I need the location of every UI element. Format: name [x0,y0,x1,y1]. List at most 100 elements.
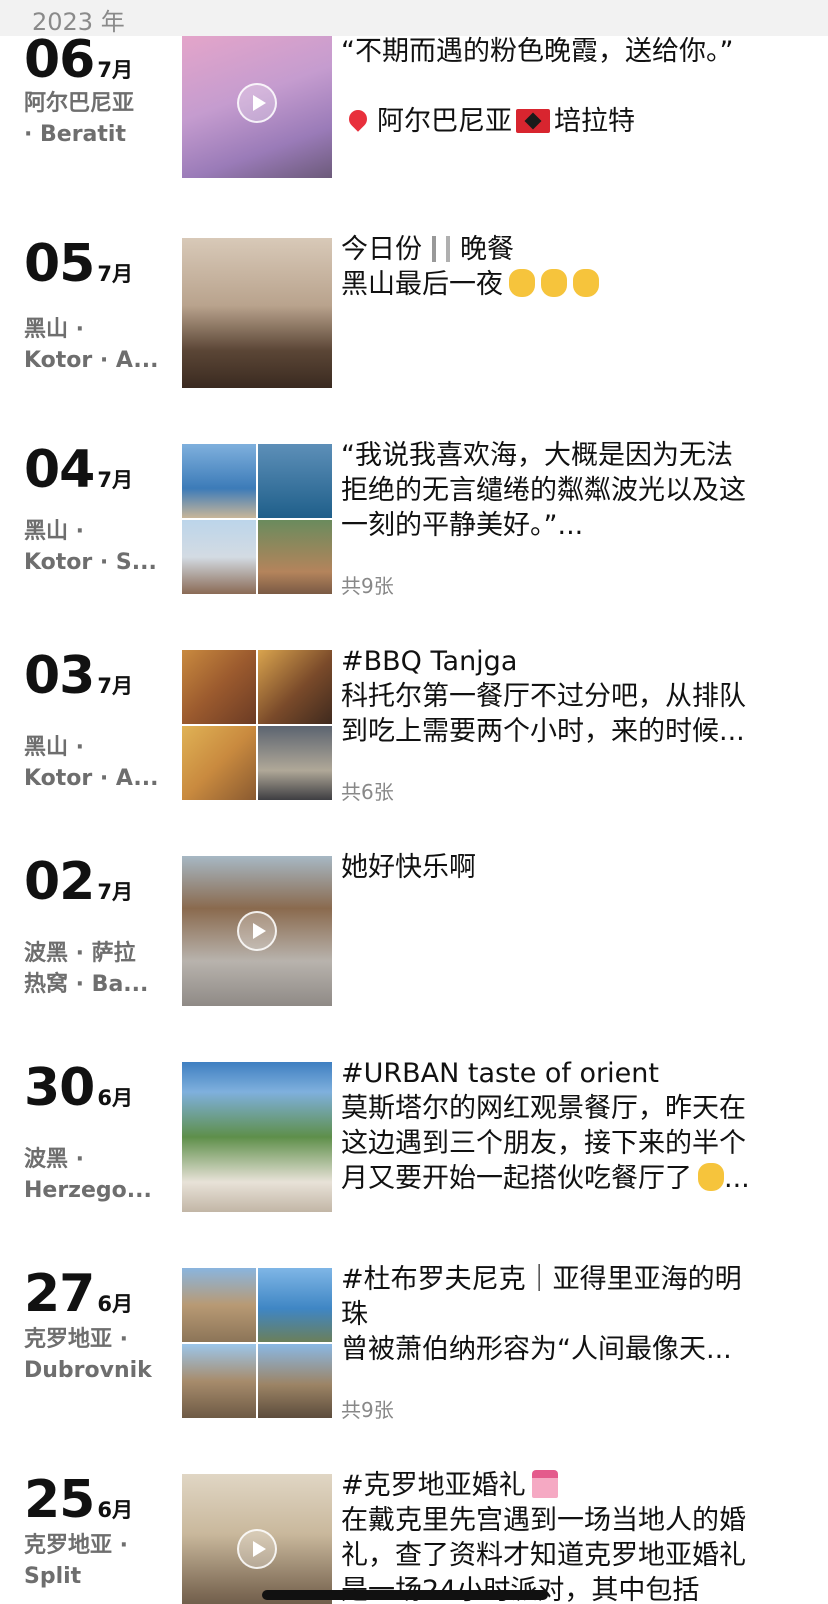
post-item[interactable]: 02 7月 波黑 · 萨拉 热窝 · Ba... 她好快乐啊 [0,852,828,1008]
victory-hand-icon [509,269,535,297]
grid-photo [258,1268,332,1342]
post-month: 7月 [97,58,133,82]
post-date: 30 6月 [24,1062,133,1114]
post-day: 30 [24,1058,95,1118]
location-line: Herzego... [24,1178,152,1203]
post-month: 7月 [97,262,133,286]
post-day: 04 [24,440,95,500]
location-line: 黑山 · [24,519,85,544]
grid-photo [182,726,256,800]
post-text-line: “我说我喜欢海，大概是因为无法 [341,440,733,471]
grid-photo [182,1344,256,1418]
photo-count: 共6张 [341,780,394,804]
post-month: 7月 [97,674,133,698]
post-thumbnail-grid[interactable] [182,444,332,594]
post-text: “我说我喜欢海，大概是因为无法 拒绝的无言缱绻的粼粼波光以及这 一刻的平静美好。… [341,438,801,543]
post-date: 04 7月 [24,444,133,496]
location-line: 黑山 · [24,735,85,760]
play-icon [237,911,277,951]
location-line: 黑山 · [24,317,85,342]
post-text-line: 她好快乐啊 [341,852,476,883]
post-item[interactable]: 30 6月 波黑 · Herzego... #URBAN taste of or… [0,1058,828,1214]
post-day: 06 [24,30,95,90]
post-text: #杜布罗夫尼克｜亚得里亚海的明 珠 曾被萧伯纳形容为“人间最像天... [341,1262,801,1367]
post-text-line: 礼，查了资料才知道克罗地亚婚礼 [341,1540,746,1571]
post-location: 黑山 · Kotor · A... [24,732,166,794]
post-thumbnail[interactable] [182,238,332,388]
grid-photo [182,1268,256,1342]
post-thumbnail[interactable] [182,1062,332,1212]
post-text: 今日份 晚餐 黑山最后一夜 [341,232,801,302]
wedding-chapel-icon [531,1470,558,1498]
post-month: 7月 [97,468,133,492]
location-line: 波黑 · [24,1147,85,1172]
year-header: 2023 年 [0,0,828,36]
post-text-line: 今日份 晚餐 [341,234,514,265]
post-text: “不期而遇的粉色晚霞，送给你。” 阿尔巴尼亚 培拉特 [341,34,801,139]
location-line: 热窝 · Ba... [24,972,149,997]
post-text-line: 月又要开始一起搭伙吃餐厅了... [341,1163,750,1194]
post-text: #URBAN taste of orient 莫斯塔尔的网红观景餐厅，昨天在 这… [341,1056,801,1196]
post-location: 波黑 · 萨拉 热窝 · Ba... [24,938,166,1000]
post-location: 黑山 · Kotor · A... [24,314,166,376]
victory-hand-icon [573,269,599,297]
post-day: 27 [24,1264,95,1324]
post-text-line: 一刻的平静美好。”... [341,510,584,541]
location-line: 克罗地亚 · [24,1327,129,1352]
post-item[interactable]: 06 7月 阿尔巴尼亚 · Beratit “不期而遇的粉色晚霞，送给你。” 阿… [0,28,828,180]
post-month: 6月 [97,1292,133,1316]
home-indicator[interactable] [262,1590,548,1600]
location-line: 阿尔巴尼亚 [24,91,135,116]
post-text: #BBQ Tanjga 科托尔第一餐厅不过分吧，从排队 到吃上需要两个小时，来的… [341,644,801,749]
post-date: 05 7月 [24,238,133,290]
post-text-line: 黑山最后一夜 [341,267,801,302]
location-line: Kotor · A... [24,348,159,373]
post-text-line: #克罗地亚婚礼 [341,1468,801,1503]
post-location: 阿尔巴尼亚 · Beratit [24,88,166,150]
post-text-line: 拒绝的无言缱绻的粼粼波光以及这 [341,475,746,506]
post-day: 03 [24,646,95,706]
post-location: 黑山 · Kotor · S... [24,516,166,578]
grid-photo [182,650,256,724]
grid-photo [258,520,332,594]
post-location: 克罗地亚 · Dubrovnik [24,1324,166,1386]
post-item[interactable]: 05 7月 黑山 · Kotor · A... 今日份 晚餐 黑山最后一夜 [0,234,828,390]
location-pin-icon [345,106,371,132]
post-month: 7月 [97,880,133,904]
post-item[interactable]: 27 6月 克罗地亚 · Dubrovnik #杜布罗夫尼克｜亚得里亚海的明 珠… [0,1264,828,1422]
post-text: 她好快乐啊 [341,850,801,885]
post-date: 03 7月 [24,650,133,702]
post-date: 06 7月 [24,34,133,86]
grid-photo [258,1344,332,1418]
grid-photo [258,650,332,724]
post-month: 6月 [97,1086,133,1110]
post-date: 02 7月 [24,856,133,908]
post-thumbnail-grid[interactable] [182,1268,332,1418]
post-text-line: 科托尔第一餐厅不过分吧，从排队 [341,681,746,712]
post-item[interactable]: 25 6月 克罗地亚 · Split #克罗地亚婚礼 在戴克里先宫遇到一场当地人… [0,1470,828,1604]
post-date: 27 6月 [24,1268,133,1320]
post-location: 波黑 · Herzego... [24,1144,166,1206]
albania-flag-icon [516,109,550,133]
post-text-line: 这边遇到三个朋友，接下来的半个 [341,1128,746,1159]
post-text-line: #URBAN taste of orient [341,1058,659,1089]
post-thumbnail[interactable] [182,1474,332,1604]
post-text-line: 莫斯塔尔的网红观景餐厅，昨天在 [341,1093,746,1124]
post-text-line: 在戴克里先宫遇到一场当地人的婚 [341,1505,746,1536]
post-thumbnail[interactable] [182,856,332,1006]
location-line: 波黑 · 萨拉 [24,941,136,966]
post-location: 克罗地亚 · Split [24,1530,166,1592]
location-line: Dubrovnik [24,1358,152,1383]
year-label: 2023 年 [32,8,125,36]
post-thumbnail-grid[interactable] [182,650,332,800]
post-thumbnail[interactable] [182,28,332,178]
location-line: 克罗地亚 · [24,1533,129,1558]
grid-photo [182,520,256,594]
post-day: 02 [24,852,95,912]
post-item[interactable]: 03 7月 黑山 · Kotor · A... #BBQ Tanjga 科托尔第… [0,646,828,804]
location-line: Split [24,1564,82,1589]
photo-count: 共9张 [341,1398,394,1422]
post-item[interactable]: 04 7月 黑山 · Kotor · S... “我说我喜欢海，大概是因为无法 … [0,440,828,598]
grid-photo [258,726,332,800]
post-text-line: #杜布罗夫尼克｜亚得里亚海的明 [341,1264,742,1295]
